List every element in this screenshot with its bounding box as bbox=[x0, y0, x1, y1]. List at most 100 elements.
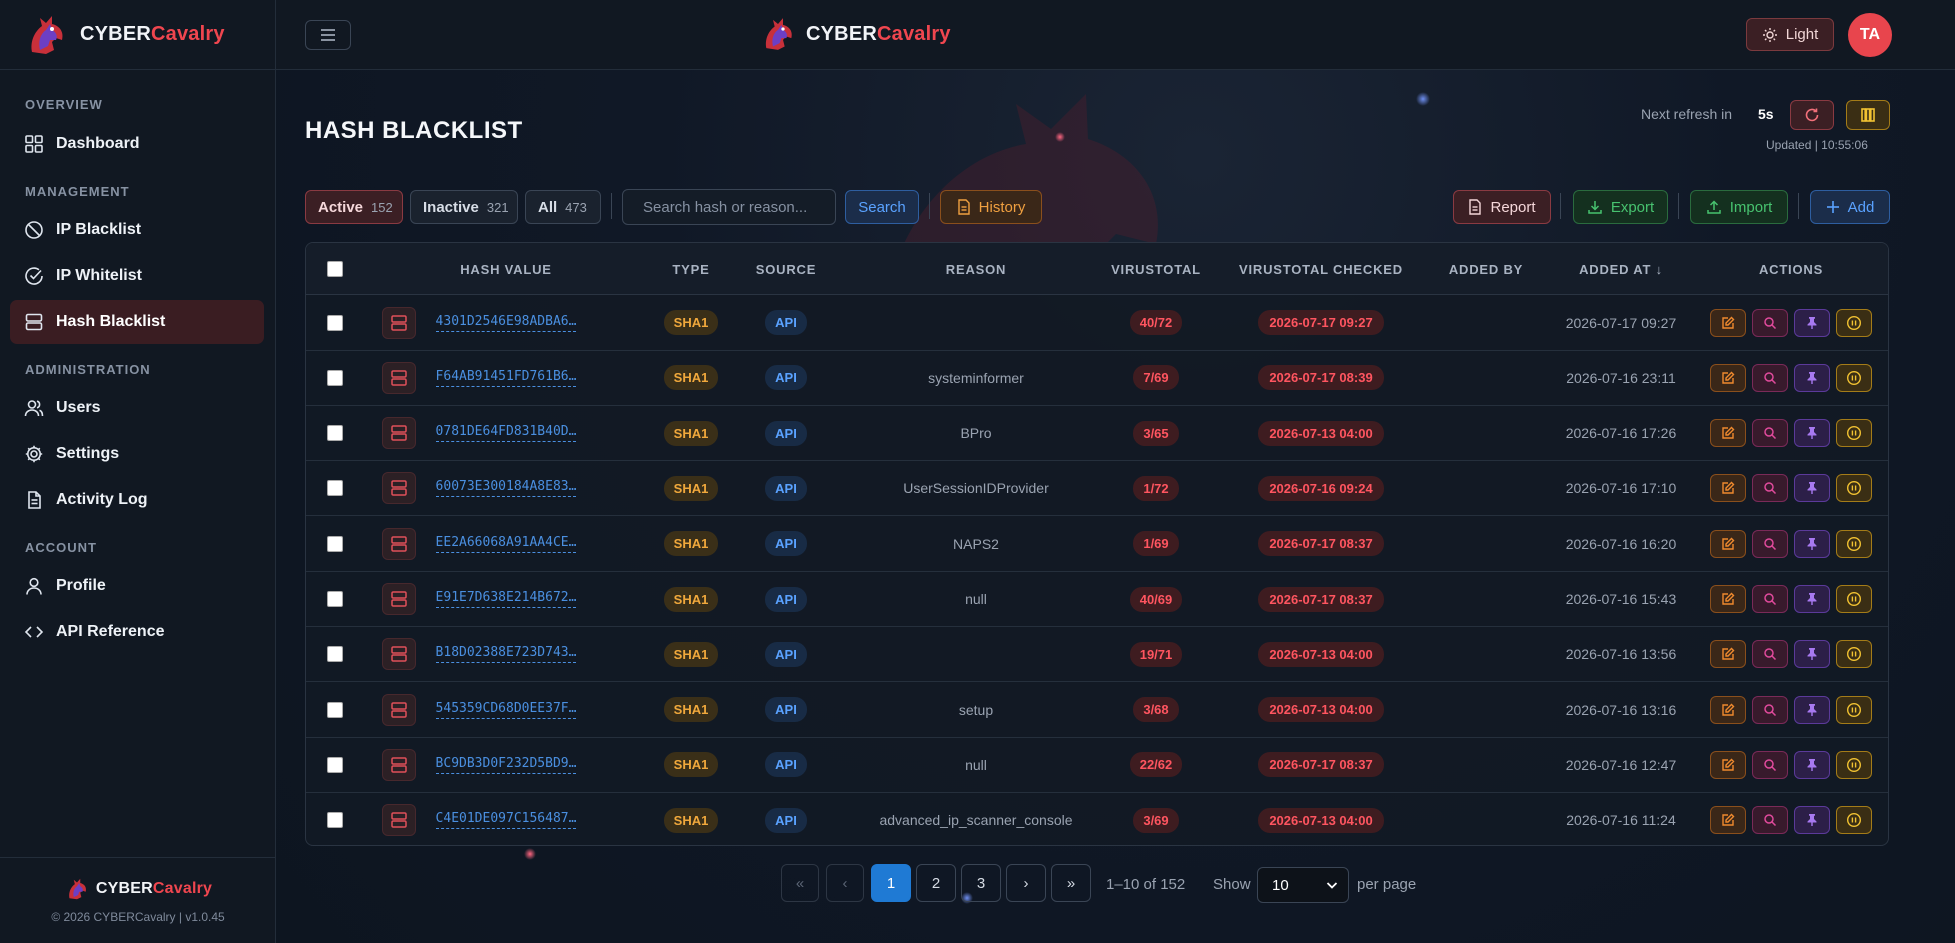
deactivate-button[interactable] bbox=[1836, 308, 1872, 337]
header-virustotal[interactable]: VIRUSTOTAL bbox=[1091, 243, 1221, 295]
hash-link[interactable]: F64AB91451FD761B6… bbox=[435, 369, 577, 387]
pin-button[interactable] bbox=[1794, 640, 1830, 669]
hash-link[interactable]: B18D02388E723D743… bbox=[435, 645, 577, 664]
deactivate-button[interactable] bbox=[1836, 640, 1872, 669]
deactivate-button[interactable] bbox=[1836, 695, 1872, 724]
sidebar-item-hash-blacklist[interactable]: Hash Blacklist bbox=[10, 300, 264, 344]
inspect-button[interactable] bbox=[1752, 308, 1788, 337]
hash-link[interactable]: 60073E300184A8E83… bbox=[435, 479, 577, 498]
header-brand[interactable]: CYBERCavalry bbox=[758, 14, 951, 54]
refresh-button[interactable] bbox=[1790, 100, 1834, 130]
deactivate-button[interactable] bbox=[1836, 474, 1872, 503]
pin-button[interactable] bbox=[1794, 308, 1830, 337]
sidebar-item-ip-whitelist[interactable]: IP Whitelist bbox=[10, 254, 264, 298]
page-button-2[interactable]: 2 bbox=[916, 864, 956, 902]
hash-link[interactable]: BC9DB3D0F232D5BD9… bbox=[435, 756, 577, 774]
edit-button[interactable] bbox=[1710, 695, 1746, 724]
pin-button[interactable] bbox=[1794, 474, 1830, 503]
row-checkbox[interactable] bbox=[327, 701, 343, 718]
header-added-by[interactable]: ADDED BY bbox=[1421, 243, 1551, 295]
row-checkbox[interactable] bbox=[327, 480, 343, 497]
filter-all-button[interactable]: All 473 bbox=[525, 190, 601, 224]
report-button[interactable]: Report bbox=[1453, 190, 1551, 224]
sidebar-item-activity-log[interactable]: Activity Log bbox=[10, 478, 264, 522]
pin-button[interactable] bbox=[1794, 363, 1830, 392]
inspect-button[interactable] bbox=[1752, 806, 1788, 835]
history-button[interactable]: History bbox=[940, 190, 1042, 224]
row-checkbox[interactable] bbox=[327, 756, 343, 773]
sidebar-item-settings[interactable]: Settings bbox=[10, 432, 264, 476]
sidebar-item-profile[interactable]: Profile bbox=[10, 564, 264, 608]
row-checkbox[interactable] bbox=[327, 646, 343, 663]
deactivate-button[interactable] bbox=[1836, 363, 1872, 392]
header-virustotal-checked[interactable]: VIRUSTOTAL CHECKED bbox=[1221, 243, 1421, 295]
hash-link[interactable]: E91E7D638E214B672… bbox=[435, 590, 577, 608]
edit-button[interactable] bbox=[1710, 640, 1746, 669]
page-button-3[interactable]: 3 bbox=[961, 864, 1001, 902]
hash-link[interactable]: EE2A66068A91AA4CE… bbox=[435, 535, 577, 553]
edit-button[interactable] bbox=[1710, 806, 1746, 835]
sidebar-item-api-reference[interactable]: API Reference bbox=[10, 610, 264, 654]
hash-link[interactable]: C4E01DE097C156487… bbox=[435, 811, 577, 830]
hash-link[interactable]: 545359CD68D0EE37F… bbox=[435, 701, 577, 719]
edit-button[interactable] bbox=[1710, 585, 1746, 613]
select-all-checkbox[interactable] bbox=[327, 261, 343, 277]
pin-button[interactable] bbox=[1794, 806, 1830, 835]
filter-active-button[interactable]: Active 152 bbox=[305, 190, 403, 224]
row-checkbox[interactable] bbox=[327, 812, 343, 829]
header-added-at[interactable]: ADDED AT ↓ bbox=[1551, 243, 1691, 295]
inspect-button[interactable] bbox=[1752, 695, 1788, 724]
sidebar-item-dashboard[interactable]: Dashboard bbox=[10, 122, 264, 166]
pin-button[interactable] bbox=[1794, 695, 1830, 724]
inspect-button[interactable] bbox=[1752, 363, 1788, 392]
hash-link[interactable]: 4301D2546E98ADBA6… bbox=[435, 314, 577, 332]
edit-button[interactable] bbox=[1710, 363, 1746, 392]
pin-button[interactable] bbox=[1794, 419, 1830, 448]
avatar[interactable]: TA bbox=[1848, 13, 1892, 57]
search-button[interactable]: Search bbox=[845, 190, 919, 224]
last-page-button[interactable]: » bbox=[1051, 864, 1091, 902]
inspect-button[interactable] bbox=[1752, 585, 1788, 613]
next-page-button[interactable]: › bbox=[1006, 864, 1046, 902]
row-checkbox[interactable] bbox=[327, 425, 343, 442]
import-button[interactable]: Import bbox=[1690, 190, 1788, 224]
row-checkbox[interactable] bbox=[327, 314, 343, 331]
export-button[interactable]: Export bbox=[1573, 190, 1668, 224]
row-checkbox[interactable] bbox=[327, 369, 343, 386]
add-button[interactable]: Add bbox=[1810, 190, 1890, 224]
sidebar-logo[interactable]: CYBERCavalry bbox=[0, 0, 275, 70]
row-checkbox[interactable] bbox=[327, 591, 343, 607]
theme-toggle-button[interactable]: Light bbox=[1746, 18, 1834, 51]
menu-toggle-button[interactable] bbox=[305, 20, 351, 50]
prev-page-button[interactable]: ‹ bbox=[826, 864, 864, 902]
per-page-select[interactable]: 10 bbox=[1257, 867, 1349, 903]
pin-button[interactable] bbox=[1794, 750, 1830, 779]
edit-button[interactable] bbox=[1710, 308, 1746, 337]
pin-button[interactable] bbox=[1794, 529, 1830, 558]
header-hash-value[interactable]: HASH VALUE bbox=[406, 243, 606, 295]
edit-button[interactable] bbox=[1710, 474, 1746, 503]
page-button-1[interactable]: 1 bbox=[871, 864, 911, 902]
deactivate-button[interactable] bbox=[1836, 419, 1872, 448]
deactivate-button[interactable] bbox=[1836, 750, 1872, 779]
deactivate-button[interactable] bbox=[1836, 806, 1872, 835]
first-page-button[interactable]: « bbox=[781, 864, 819, 902]
deactivate-button[interactable] bbox=[1836, 585, 1872, 613]
search-input[interactable]: Search hash or reason... bbox=[622, 189, 836, 225]
header-source[interactable]: SOURCE bbox=[741, 243, 831, 295]
edit-button[interactable] bbox=[1710, 750, 1746, 779]
inspect-button[interactable] bbox=[1752, 750, 1788, 779]
hash-link[interactable]: 0781DE64FD831B40D… bbox=[435, 424, 577, 443]
pause-refresh-button[interactable] bbox=[1846, 100, 1890, 130]
header-type[interactable]: TYPE bbox=[651, 243, 731, 295]
sidebar-item-users[interactable]: Users bbox=[10, 386, 264, 430]
filter-inactive-button[interactable]: Inactive 321 bbox=[410, 190, 518, 224]
edit-button[interactable] bbox=[1710, 419, 1746, 448]
inspect-button[interactable] bbox=[1752, 474, 1788, 503]
inspect-button[interactable] bbox=[1752, 640, 1788, 669]
header-reason[interactable]: REASON bbox=[876, 243, 1076, 295]
inspect-button[interactable] bbox=[1752, 419, 1788, 448]
pin-button[interactable] bbox=[1794, 585, 1830, 613]
row-checkbox[interactable] bbox=[327, 535, 343, 552]
edit-button[interactable] bbox=[1710, 529, 1746, 558]
